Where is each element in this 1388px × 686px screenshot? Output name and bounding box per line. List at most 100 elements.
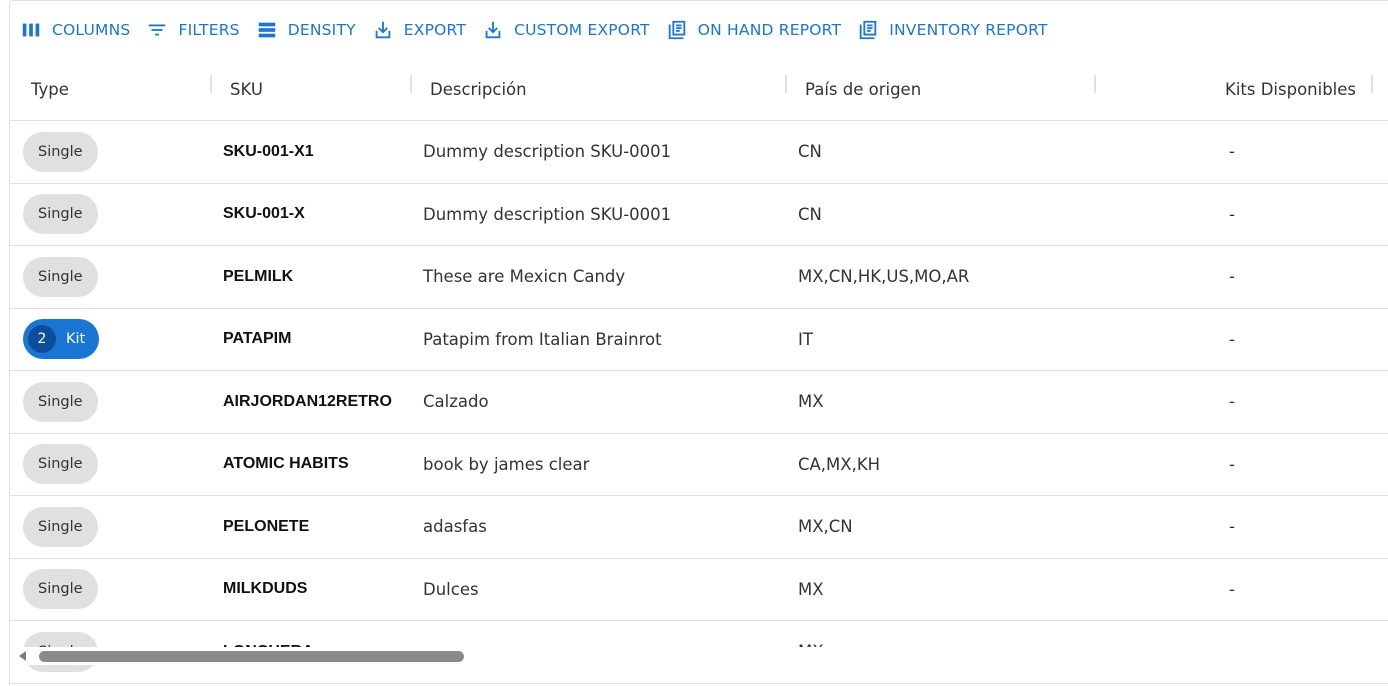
report-icon — [859, 20, 877, 40]
sku-cell: ATOMIC HABITS — [223, 455, 349, 473]
type-cell: Single — [23, 121, 98, 183]
column-separator[interactable] — [210, 75, 212, 93]
kits-available-cell: - — [1229, 392, 1235, 412]
download-icon — [485, 21, 501, 39]
kits-available-cell: - — [1229, 329, 1235, 349]
custom-export-button[interactable]: CUSTOM EXPORT — [472, 15, 656, 45]
column-header-kits[interactable]: Kits Disponibles — [1225, 57, 1356, 121]
country-cell: MX,CN,HK,US,MO,AR — [798, 267, 970, 287]
kits-available-cell: - — [1229, 454, 1235, 474]
kits-available-cell: - — [1229, 267, 1235, 287]
type-chip-label: Single — [38, 456, 83, 473]
sku-cell: PATAPIM — [223, 330, 292, 348]
kits-available-cell: - — [1229, 204, 1235, 224]
country-cell: MX — [798, 579, 824, 599]
density-button[interactable]: DENSITY — [246, 15, 362, 45]
type-chip-label: Single — [38, 581, 83, 598]
filters-label: FILTERS — [178, 21, 240, 39]
type-chip[interactable]: Single — [23, 131, 98, 172]
density-icon — [258, 22, 275, 38]
table-row[interactable]: Single ATOMIC HABITS book by james clear… — [10, 434, 1388, 496]
type-chip-label: Single — [38, 518, 83, 535]
table-row[interactable]: 2 Kit PATAPIM Patapim from Italian Brain… — [10, 309, 1388, 371]
sku-cell: MILKDUDS — [223, 580, 308, 598]
download-icon — [375, 21, 391, 39]
sku-cell: PELMILK — [223, 267, 294, 285]
column-header-description[interactable]: Descripción — [430, 57, 527, 121]
type-cell: Single — [23, 246, 98, 308]
sku-cell: SKU-001-X1 — [223, 142, 314, 160]
sku-cell: PELONETE — [223, 517, 310, 535]
report-icon — [668, 20, 685, 40]
description-cell: These are Mexicn Candy — [423, 267, 626, 287]
country-cell: CA,MX,KH — [798, 454, 881, 474]
country-cell: CN — [798, 142, 822, 162]
column-header-type[interactable]: Type — [31, 57, 69, 121]
type-chip[interactable]: Single — [23, 194, 98, 235]
kit-count-badge: 2 — [28, 325, 56, 354]
type-chip-label: Single — [38, 393, 83, 410]
inventory-report-label: INVENTORY REPORT — [889, 21, 1048, 39]
scroll-left-arrow-icon[interactable] — [19, 651, 26, 661]
type-chip[interactable]: Single — [23, 444, 98, 485]
type-chip-label: Single — [38, 143, 83, 160]
table-row[interactable]: Single MILKDUDS Dulces MX - — [10, 559, 1388, 621]
on-hand-report-label: ON HAND REPORT — [697, 21, 842, 39]
column-separator[interactable] — [410, 75, 412, 93]
type-chip-label: Kit — [66, 331, 86, 348]
filter-list-icon — [149, 24, 166, 36]
view-column-icon — [22, 23, 40, 37]
scrollbar-thumb[interactable] — [39, 651, 464, 662]
sku-cell: SKU-001-X — [223, 205, 305, 223]
kits-available-cell: - — [1229, 579, 1235, 599]
type-chip[interactable]: Single — [23, 506, 98, 547]
kits-available-cell: - — [1229, 142, 1235, 162]
export-label: EXPORT — [403, 21, 467, 39]
type-chip[interactable]: Single — [23, 569, 98, 610]
column-header-sku[interactable]: SKU — [230, 57, 263, 121]
column-header-country[interactable]: País de origen — [805, 57, 921, 121]
column-separator[interactable] — [785, 75, 787, 93]
description-cell: book by james clear — [423, 454, 590, 474]
country-cell: CN — [798, 204, 822, 224]
custom-export-label: CUSTOM EXPORT — [514, 21, 650, 39]
table-row[interactable]: Single PELMILK These are Mexicn Candy MX… — [10, 246, 1388, 309]
on-hand-report-button[interactable]: ON HAND REPORT — [656, 15, 847, 45]
country-cell: IT — [798, 329, 813, 349]
table-row[interactable]: Single SKU-001-X Dummy description SKU-0… — [10, 184, 1388, 246]
column-separator[interactable] — [1371, 75, 1373, 93]
horizontal-scrollbar[interactable] — [10, 647, 1388, 665]
type-cell: Single — [23, 434, 98, 496]
type-chip-label: Single — [38, 268, 83, 285]
filters-button[interactable]: FILTERS — [136, 15, 245, 45]
description-cell: Dummy description SKU-0001 — [423, 204, 672, 224]
type-chip[interactable]: Single — [23, 256, 98, 297]
table-row[interactable]: Single AIRJORDAN12RETRO Calzado MX - — [10, 371, 1388, 434]
description-cell: Calzado — [423, 392, 489, 412]
kits-available-cell: - — [1229, 517, 1235, 537]
inventory-report-button[interactable]: INVENTORY REPORT — [847, 15, 1053, 45]
data-grid: COLUMNS FILTERS DENSITY EXPORT CUSTOM EX… — [9, 0, 1388, 686]
type-cell: 2 Kit — [23, 309, 100, 371]
grid-toolbar: COLUMNS FILTERS DENSITY EXPORT CUSTOM EX… — [10, 15, 1054, 45]
country-cell: MX — [798, 392, 824, 412]
type-cell: Single — [23, 559, 98, 621]
export-button[interactable]: EXPORT — [362, 15, 472, 45]
description-cell: Dulces — [423, 579, 479, 599]
sku-cell: AIRJORDAN12RETRO — [223, 392, 392, 410]
type-cell: Single — [23, 184, 98, 246]
table-row[interactable]: Single PELONETE adasfas MX,CN - — [10, 496, 1388, 559]
country-cell: MX,CN — [798, 517, 853, 537]
columns-button[interactable]: COLUMNS — [10, 15, 136, 45]
type-chip-label: Single — [38, 206, 83, 223]
density-label: DENSITY — [287, 21, 356, 39]
type-chip[interactable]: Single — [23, 381, 98, 422]
description-cell: Patapim from Italian Brainrot — [423, 329, 662, 349]
columns-label: COLUMNS — [52, 21, 131, 39]
description-cell: adasfas — [423, 517, 487, 537]
type-chip-kit[interactable]: 2 Kit — [23, 319, 100, 360]
type-cell: Single — [23, 371, 98, 433]
table-row[interactable]: Single SKU-001-X1 Dummy description SKU-… — [10, 121, 1388, 184]
description-cell: Dummy description SKU-0001 — [423, 142, 672, 162]
column-separator[interactable] — [1094, 75, 1096, 93]
